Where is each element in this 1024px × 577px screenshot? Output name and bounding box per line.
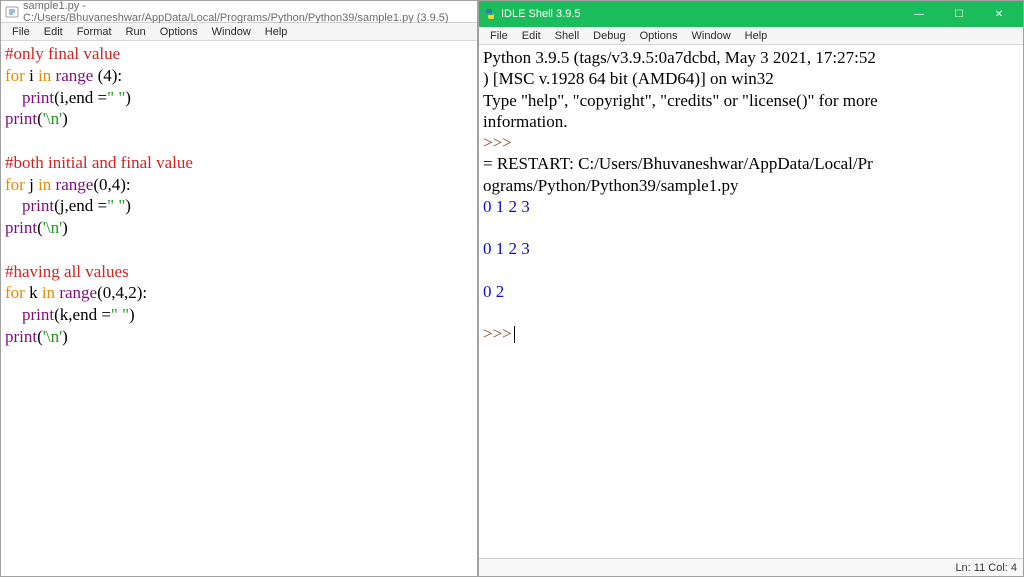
menu-help[interactable]: Help	[738, 29, 775, 43]
shell-output[interactable]: Python 3.9.5 (tags/v3.9.5:0a7dcbd, May 3…	[479, 45, 1023, 558]
menu-options[interactable]: Options	[633, 29, 685, 43]
menu-shell[interactable]: Shell	[548, 29, 586, 43]
shell-window: IDLE Shell 3.9.5 — ☐ ✕ File Edit Shell D…	[478, 0, 1024, 577]
shell-restart: ograms/Python/Python39/sample1.py	[483, 175, 1019, 196]
python-shell-icon	[483, 7, 497, 21]
shell-output-line: 0 1 2 3	[483, 238, 1019, 259]
shell-banner: Type "help", "copyright", "credits" or "…	[483, 90, 1019, 111]
minimize-button[interactable]: —	[899, 1, 939, 27]
window-controls: — ☐ ✕	[899, 1, 1019, 27]
shell-titlebar[interactable]: IDLE Shell 3.9.5 — ☐ ✕	[479, 1, 1023, 27]
shell-output-line: 0 1 2 3	[483, 196, 1019, 217]
editor-window: sample1.py - C:/Users/Bhuvaneshwar/AppDa…	[0, 0, 478, 577]
shell-statusbar: Ln: 11 Col: 4	[479, 558, 1023, 576]
code-comment: #both initial and final value	[5, 153, 193, 172]
menu-format[interactable]: Format	[70, 25, 119, 39]
code-editor[interactable]: #only final value for i in range (4): pr…	[1, 41, 477, 576]
cursor-position: Ln: 11 Col: 4	[955, 562, 1017, 574]
menu-help[interactable]: Help	[258, 25, 295, 39]
menu-run[interactable]: Run	[119, 25, 153, 39]
python-file-icon	[5, 5, 19, 19]
shell-menubar: File Edit Shell Debug Options Window Hel…	[479, 27, 1023, 45]
text-cursor	[514, 326, 515, 343]
shell-title-text: IDLE Shell 3.9.5	[501, 8, 581, 20]
code-comment: #only final value	[5, 44, 120, 63]
menu-options[interactable]: Options	[153, 25, 205, 39]
menu-edit[interactable]: Edit	[37, 25, 70, 39]
close-button[interactable]: ✕	[979, 1, 1019, 27]
menu-file[interactable]: File	[5, 25, 37, 39]
shell-output-line: 0 2	[483, 281, 1019, 302]
menu-file[interactable]: File	[483, 29, 515, 43]
editor-menubar: File Edit Format Run Options Window Help	[1, 23, 477, 41]
shell-banner: information.	[483, 111, 1019, 132]
shell-prompt: >>>	[483, 133, 512, 152]
editor-titlebar[interactable]: sample1.py - C:/Users/Bhuvaneshwar/AppDa…	[1, 1, 477, 23]
editor-title-text: sample1.py - C:/Users/Bhuvaneshwar/AppDa…	[23, 0, 473, 24]
menu-edit[interactable]: Edit	[515, 29, 548, 43]
menu-window[interactable]: Window	[685, 29, 738, 43]
shell-prompt: >>>	[483, 324, 512, 343]
code-keyword: for	[5, 66, 25, 85]
shell-banner: Python 3.9.5 (tags/v3.9.5:0a7dcbd, May 3…	[483, 47, 1019, 68]
menu-window[interactable]: Window	[205, 25, 258, 39]
code-comment: #having all values	[5, 262, 129, 281]
maximize-button[interactable]: ☐	[939, 1, 979, 27]
shell-restart: = RESTART: C:/Users/Bhuvaneshwar/AppData…	[483, 153, 1019, 174]
menu-debug[interactable]: Debug	[586, 29, 632, 43]
shell-banner: ) [MSC v.1928 64 bit (AMD64)] on win32	[483, 68, 1019, 89]
